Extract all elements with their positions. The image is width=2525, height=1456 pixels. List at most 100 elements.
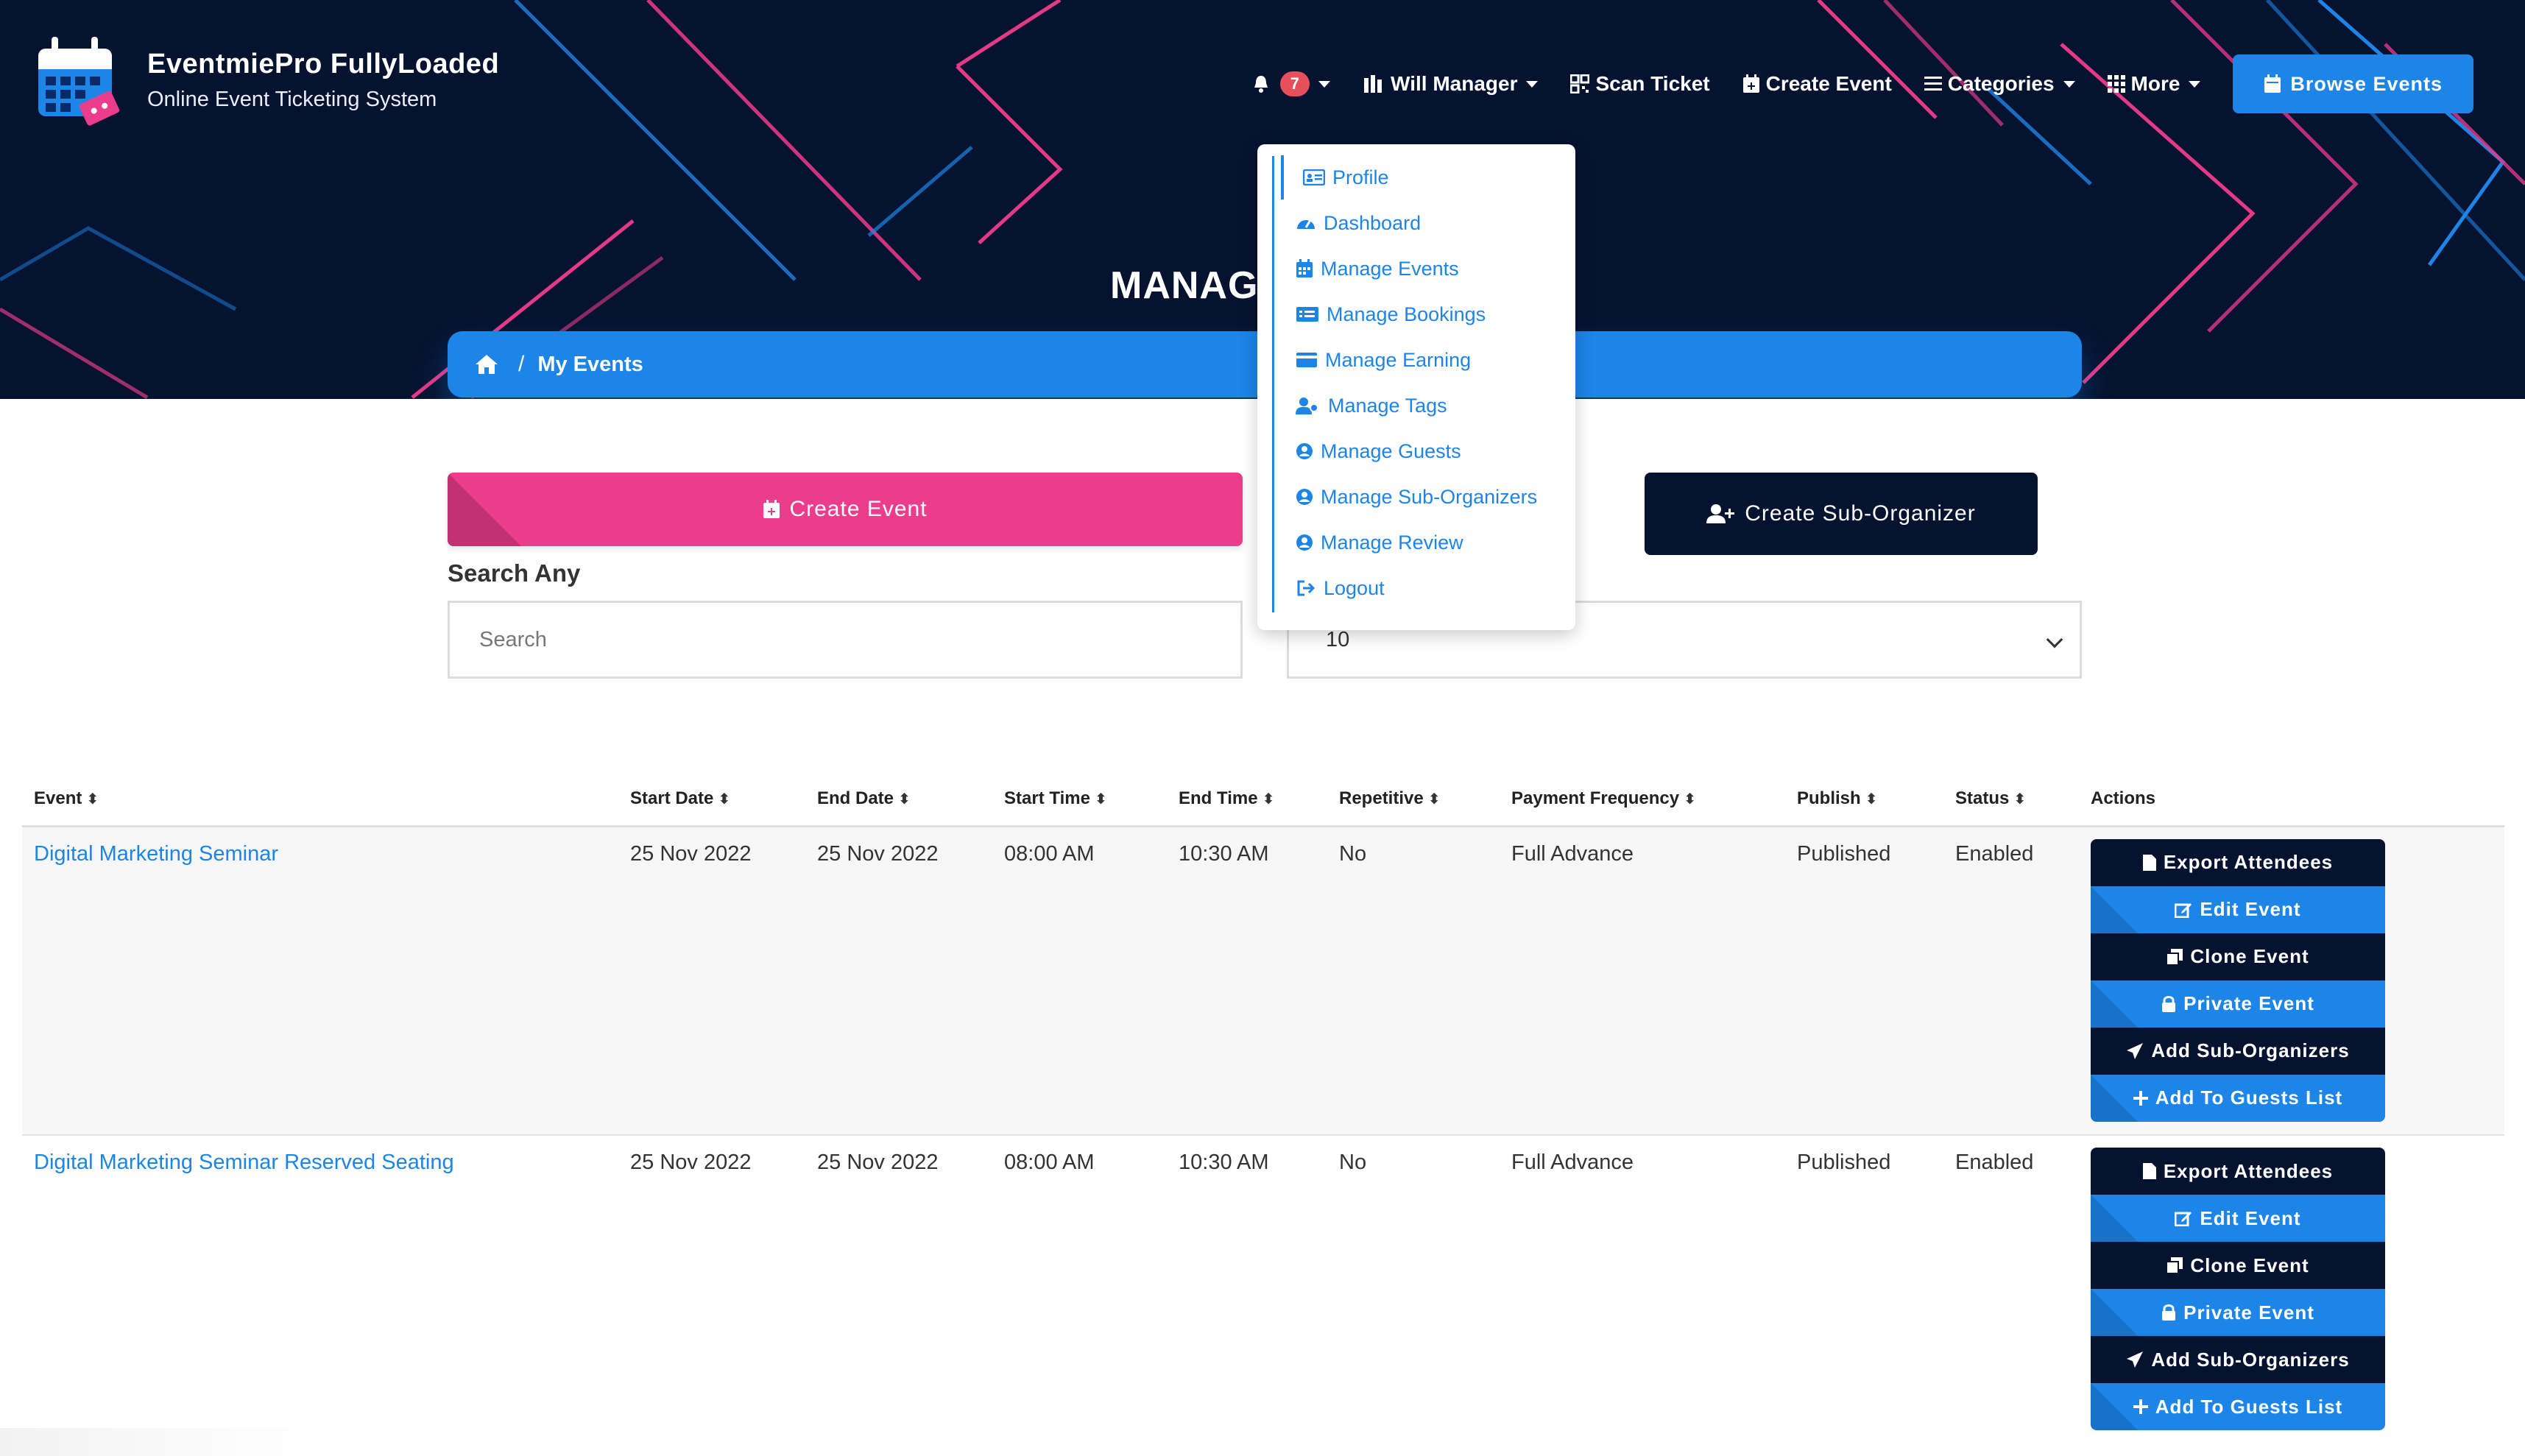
user-circle-icon	[1296, 443, 1313, 459]
clone-icon	[2166, 948, 2183, 965]
add-sub-organizers-button[interactable]: Add Sub-Organizers	[2091, 1336, 2385, 1383]
organizer-icon	[1364, 75, 1382, 93]
bars-icon	[1924, 77, 1942, 91]
start-time-cell: 08:00 AM	[992, 826, 1167, 1135]
clone-event-button[interactable]: Clone Event	[2091, 1242, 2385, 1289]
chevron-down-icon	[2063, 80, 2075, 88]
create-event-button[interactable]: Create Event	[448, 473, 1243, 546]
events-table: Event ⬍ Start Date ⬍ End Date ⬍ Start Time ⬍…	[22, 773, 2504, 1444]
more-menu[interactable]: More	[2107, 72, 2201, 96]
column-header-start-time[interactable]: Start Time ⬍	[992, 773, 1167, 827]
export-attendees-button[interactable]: Export Attendees	[2091, 838, 2385, 886]
brand-subtitle: Online Event Ticketing System	[147, 88, 437, 111]
column-header-repetitive[interactable]: Repetitive ⬍	[1327, 773, 1500, 827]
lock-icon	[2162, 1304, 2176, 1321]
qrcode-icon	[1570, 74, 1590, 93]
chevron-down-icon	[1318, 80, 1331, 88]
column-header-payment-frequency[interactable]: Payment Frequency ⬍	[1500, 773, 1785, 827]
menu-item-logout[interactable]: Logout	[1257, 565, 1575, 611]
user-name: Will Manager	[1391, 72, 1518, 95]
table-row: Digital Marketing Seminar 25 Nov 2022 25…	[22, 826, 2504, 1135]
create-event-link[interactable]: Create Event	[1742, 72, 1892, 96]
plus-icon	[2133, 1090, 2148, 1106]
file-icon	[2142, 854, 2156, 871]
menu-item-manage-bookings[interactable]: Manage Bookings	[1257, 291, 1575, 337]
column-header-status[interactable]: Status ⬍	[1943, 773, 2079, 827]
user-circle-icon	[1296, 489, 1313, 505]
edit-event-button[interactable]: Edit Event	[2091, 886, 2385, 933]
menu-item-manage-events[interactable]: Manage Events	[1257, 246, 1575, 291]
logout-icon	[1297, 580, 1316, 596]
ticket-card-icon	[1296, 307, 1318, 322]
search-input[interactable]	[448, 601, 1243, 679]
menu-item-profile[interactable]: Profile	[1257, 155, 1575, 200]
scan-ticket-label: Scan Ticket	[1595, 72, 1710, 95]
create-sub-organizer-label: Create Sub-Organizer	[1745, 501, 1976, 526]
clone-event-button[interactable]: Clone Event	[2091, 933, 2385, 980]
menu-item-manage-earning[interactable]: Manage Earning	[1257, 337, 1575, 383]
menu-item-manage-tags[interactable]: Manage Tags	[1257, 383, 1575, 428]
breadcrumb-separator: /	[518, 352, 525, 376]
edit-icon	[2175, 1212, 2192, 1226]
user-menu-toggle[interactable]: Will Manager	[1363, 72, 1539, 96]
paper-plane-icon	[2127, 1042, 2144, 1059]
menu-rail	[1272, 156, 1274, 612]
users-icon	[1296, 397, 1318, 414]
chevron-down-icon	[2189, 80, 2201, 88]
column-header-event[interactable]: Event ⬍	[22, 773, 618, 827]
chevron-down-icon	[2046, 631, 2063, 649]
categories-label: Categories	[1947, 72, 2055, 95]
private-event-button[interactable]: Private Event	[2091, 980, 2385, 1028]
event-title-link[interactable]: Digital Marketing Seminar	[34, 842, 278, 866]
per-page-value: 10	[1326, 627, 1350, 651]
brand[interactable]: EventmiePro FullyLoaded Online Event Tic…	[35, 32, 499, 128]
end-time-cell: 10:30 AM	[1167, 826, 1327, 1135]
menu-item-dashboard[interactable]: Dashboard	[1257, 200, 1575, 246]
add-sub-organizers-button[interactable]: Add Sub-Organizers	[2091, 1027, 2385, 1075]
start-date-cell: 25 Nov 2022	[618, 1134, 805, 1444]
add-to-guests-list-button[interactable]: Add To Guests List	[2091, 1383, 2385, 1430]
column-header-end-time[interactable]: End Time ⬍	[1167, 773, 1327, 827]
calendar-plus-icon	[1742, 74, 1759, 93]
breadcrumb-current: My Events	[537, 352, 643, 376]
edit-event-button[interactable]: Edit Event	[2091, 1195, 2385, 1242]
status-cell: Enabled	[1943, 826, 2079, 1135]
menu-item-manage-guests[interactable]: Manage Guests	[1257, 428, 1575, 474]
file-icon	[2142, 1163, 2156, 1179]
export-attendees-button[interactable]: Export Attendees	[2091, 1148, 2385, 1195]
publish-cell: Published	[1785, 826, 1943, 1135]
menu-item-manage-sub-organizers[interactable]: Manage Sub-Organizers	[1257, 474, 1575, 520]
plus-icon	[2133, 1399, 2148, 1414]
menu-item-manage-review[interactable]: Manage Review	[1257, 520, 1575, 565]
repetitive-cell: No	[1327, 1134, 1500, 1444]
categories-menu[interactable]: Categories	[1924, 72, 2075, 96]
bell-icon	[1254, 76, 1268, 93]
notifications-button[interactable]: 7	[1252, 71, 1331, 96]
event-title-link[interactable]: Digital Marketing Seminar Reserved Seati…	[34, 1151, 454, 1174]
table-row: Digital Marketing Seminar Reserved Seati…	[22, 1134, 2504, 1444]
top-navigation: 7 Will Manager Scan Ticket Create Event …	[1220, 54, 2473, 113]
column-header-start-date[interactable]: Start Date ⬍	[618, 773, 805, 827]
column-header-end-date[interactable]: End Date ⬍	[805, 773, 992, 827]
browse-events-button[interactable]: Browse Events	[2233, 54, 2473, 113]
calendar-icon	[1296, 259, 1313, 278]
browse-events-label: Browse Events	[2290, 72, 2443, 95]
chevron-down-icon	[1526, 80, 1539, 88]
page-edge-shadow	[0, 1428, 324, 1456]
user-plus-icon	[1706, 504, 1735, 523]
end-time-cell: 10:30 AM	[1167, 1134, 1327, 1444]
more-label: More	[2130, 72, 2180, 95]
user-dropdown-menu: Profile Dashboard Manage Events Manage B…	[1257, 144, 1575, 630]
column-header-publish[interactable]: Publish ⬍	[1785, 773, 1943, 827]
button-shade	[448, 473, 521, 546]
end-date-cell: 25 Nov 2022	[805, 1134, 992, 1444]
home-icon[interactable]	[474, 353, 499, 375]
private-event-button[interactable]: Private Event	[2091, 1289, 2385, 1336]
notification-count-badge: 7	[1279, 71, 1310, 96]
actions-cell: Export Attendees Edit Event Clone Event …	[2079, 1134, 2504, 1444]
create-sub-organizer-button[interactable]: Create Sub-Organizer	[1645, 473, 2038, 555]
add-to-guests-list-button[interactable]: Add To Guests List	[2091, 1074, 2385, 1122]
search-label: Search Any	[448, 559, 581, 587]
row-actions: Export Attendees Edit Event Clone Event …	[2091, 838, 2385, 1122]
scan-ticket-link[interactable]: Scan Ticket	[1570, 72, 1710, 96]
